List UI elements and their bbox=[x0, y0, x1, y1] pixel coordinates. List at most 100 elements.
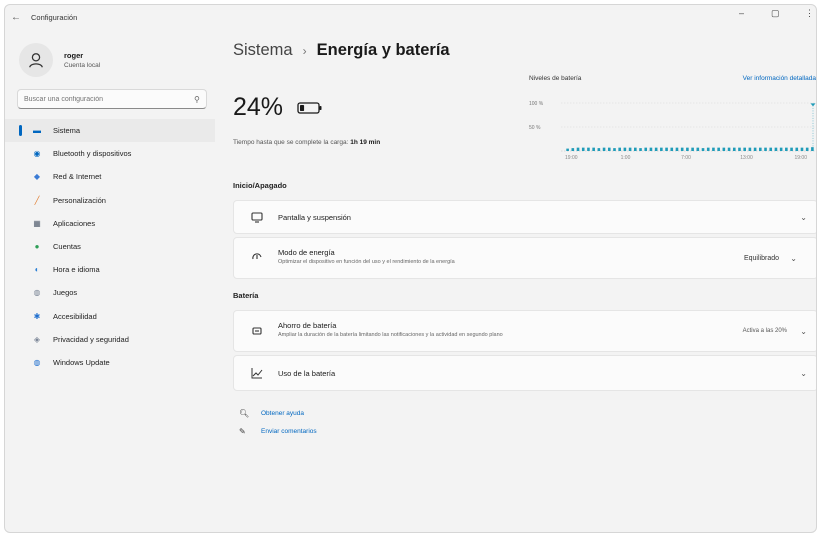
chart-bar bbox=[675, 147, 679, 151]
section-battery-title: Batería bbox=[233, 291, 259, 300]
sidebar-item-label: Bluetooth y dispositivos bbox=[53, 149, 132, 159]
chart-bar bbox=[769, 147, 773, 151]
sidebar-item-label: Personalización bbox=[53, 195, 106, 205]
sidebar-item-label: Aplicaciones bbox=[53, 218, 96, 228]
minimize-button[interactable]: – bbox=[739, 8, 744, 18]
sidebar-item-bluetooth-y-dispositivos[interactable]: ◉ Bluetooth y dispositivos bbox=[5, 142, 215, 165]
sidebar-item-personalización[interactable]: ╱ Personalización bbox=[5, 189, 215, 212]
chevron-down-icon[interactable]: ⌄ bbox=[800, 369, 807, 378]
chart-bar bbox=[795, 147, 799, 151]
charge-time: 1h 19 min bbox=[350, 139, 381, 146]
battery-saver-card[interactable]: Ahorro de batería Ampliar la duración de… bbox=[233, 310, 816, 352]
chart-bar bbox=[805, 147, 809, 151]
feedback-icon: ✎ bbox=[239, 427, 246, 436]
sidebar-item-juegos[interactable]: ◍ Juegos bbox=[5, 281, 215, 304]
chart-bar bbox=[811, 147, 814, 151]
sidebar-item-label: Accesibilidad bbox=[53, 311, 97, 321]
close-button[interactable]: ⋮ bbox=[805, 8, 814, 19]
shield-icon: ◈ bbox=[33, 334, 41, 344]
sidebar-item-aplicaciones[interactable]: ▦ Aplicaciones bbox=[5, 212, 215, 235]
get-help-link[interactable]: 🔍︎ Obtener ayuda bbox=[239, 409, 304, 418]
page-title: Energía y batería bbox=[316, 41, 450, 59]
chart-bar bbox=[680, 147, 684, 151]
chevron-down-icon[interactable]: ⌄ bbox=[800, 213, 807, 222]
chart-bar bbox=[649, 147, 653, 151]
chart-bar bbox=[691, 147, 694, 151]
chevron-down-icon[interactable]: ⌄ bbox=[790, 254, 797, 263]
chart-y-tick-label: 100 % bbox=[529, 101, 544, 107]
chart-bar bbox=[581, 147, 585, 151]
power-mode-select[interactable]: Equilibrado bbox=[744, 255, 779, 262]
breadcrumb-separator: › bbox=[302, 43, 307, 58]
chart-bar bbox=[738, 147, 741, 151]
detailed-info-link[interactable]: Ver información detallada bbox=[743, 75, 816, 82]
sidebar-nav: ▬ Sistema ◉ Bluetooth y dispositivos ◆ Red & … bbox=[5, 119, 215, 374]
chart-bar bbox=[665, 147, 668, 151]
chart-bar bbox=[613, 148, 616, 151]
chart-x-tick-label: 13:00 bbox=[740, 155, 753, 161]
search-icon[interactable]: ⚲ bbox=[194, 95, 200, 104]
user-profile[interactable]: roger Cuenta local bbox=[19, 43, 100, 77]
sidebar-item-windows-update[interactable]: ◍ Windows Update bbox=[5, 351, 215, 374]
sidebar-item-red-internet[interactable]: ◆ Red & Internet bbox=[5, 165, 215, 188]
power-mode-description: Optimizar el dispositivo en función del … bbox=[278, 259, 455, 265]
chart-bar bbox=[748, 147, 752, 151]
chart-bar bbox=[654, 147, 658, 151]
chart-bar bbox=[759, 147, 762, 151]
sidebar-item-label: Juegos bbox=[53, 288, 78, 298]
maximize-button[interactable]: ▢ bbox=[771, 8, 780, 19]
account-type: Cuenta local bbox=[64, 62, 101, 69]
person-icon bbox=[29, 53, 43, 68]
chart-bar bbox=[800, 147, 804, 151]
sidebar-item-cuentas[interactable]: ● Cuentas bbox=[5, 235, 215, 258]
battery-percent-row: 24% bbox=[233, 93, 323, 122]
power-mode-card: Modo de energía Optimizar el dispositivo… bbox=[233, 237, 816, 279]
screen-sleep-card[interactable]: Pantalla y suspensión ⌄ bbox=[233, 200, 816, 234]
chart-bar bbox=[566, 148, 569, 151]
sidebar-item-hora-e-idioma[interactable]: ◐ Hora e idioma bbox=[5, 258, 215, 281]
chart-title: Niveles de batería bbox=[529, 75, 582, 82]
main-content: Sistema › Energía y batería 24% Tiempo h… bbox=[233, 29, 816, 532]
section-power-title: Inicio/Apagado bbox=[233, 181, 287, 190]
chart-bar bbox=[712, 147, 715, 151]
battery-percent: 24% bbox=[233, 93, 284, 121]
chart-bar bbox=[571, 148, 575, 151]
back-arrow-icon[interactable]: ← bbox=[11, 12, 31, 23]
chevron-down-icon[interactable]: ⌄ bbox=[800, 327, 807, 336]
chart-x-tick-label: 1:00 bbox=[621, 155, 631, 161]
chart-bar bbox=[774, 147, 778, 151]
sidebar-item-privacidad-y-seguridad[interactable]: ◈ Privacidad y seguridad bbox=[5, 328, 215, 351]
battery-level-chart[interactable]: 100 % 50 % 19:00 1:00 7:00 13:00 19:00 bbox=[529, 91, 817, 171]
chart-bar bbox=[576, 147, 580, 151]
accessibility-icon: ✱ bbox=[33, 311, 41, 321]
feedback-link[interactable]: ✎ Enviar comentarios bbox=[239, 427, 317, 436]
power-mode-label: Modo de energía bbox=[278, 248, 335, 257]
settings-window: ← Configuración – ▢ ⋮ roger Cuenta local… bbox=[4, 4, 817, 533]
chart-bar bbox=[607, 147, 611, 151]
chart-bar bbox=[701, 148, 705, 151]
charge-time-text: Tiempo hasta que se complete la carga: 1… bbox=[233, 139, 380, 146]
chart-current-marker bbox=[810, 103, 816, 107]
breadcrumb-parent[interactable]: Sistema bbox=[233, 41, 293, 60]
chart-bar bbox=[628, 147, 632, 151]
sidebar-item-label: Windows Update bbox=[53, 357, 110, 367]
feedback-label[interactable]: Enviar comentarios bbox=[261, 428, 317, 435]
chart-bar bbox=[623, 147, 627, 151]
sidebar-item-label: Cuentas bbox=[53, 242, 81, 252]
battery-usage-card[interactable]: Uso de la batería ⌄ bbox=[233, 355, 816, 391]
battery-charging-icon bbox=[297, 101, 322, 114]
sidebar-item-accesibilidad[interactable]: ✱ Accesibilidad bbox=[5, 305, 215, 328]
help-icon: 🔍︎ bbox=[239, 409, 250, 418]
get-help-label[interactable]: Obtener ayuda bbox=[261, 410, 304, 417]
sidebar-item-sistema[interactable]: ▬ Sistema bbox=[5, 119, 215, 143]
chart-x-tick-label: 7:00 bbox=[681, 155, 691, 161]
search-box[interactable]: ⚲ bbox=[17, 89, 207, 109]
chart-bar bbox=[732, 147, 736, 151]
battery-saver-status: Activa a las 20% bbox=[742, 328, 787, 334]
chart-bar bbox=[686, 147, 689, 151]
title-bar: ← Configuración bbox=[5, 5, 816, 29]
search-input[interactable] bbox=[24, 95, 195, 103]
chart-bar bbox=[644, 147, 648, 151]
battery-saver-icon bbox=[250, 324, 264, 338]
sidebar-item-label: Red & Internet bbox=[53, 172, 102, 182]
